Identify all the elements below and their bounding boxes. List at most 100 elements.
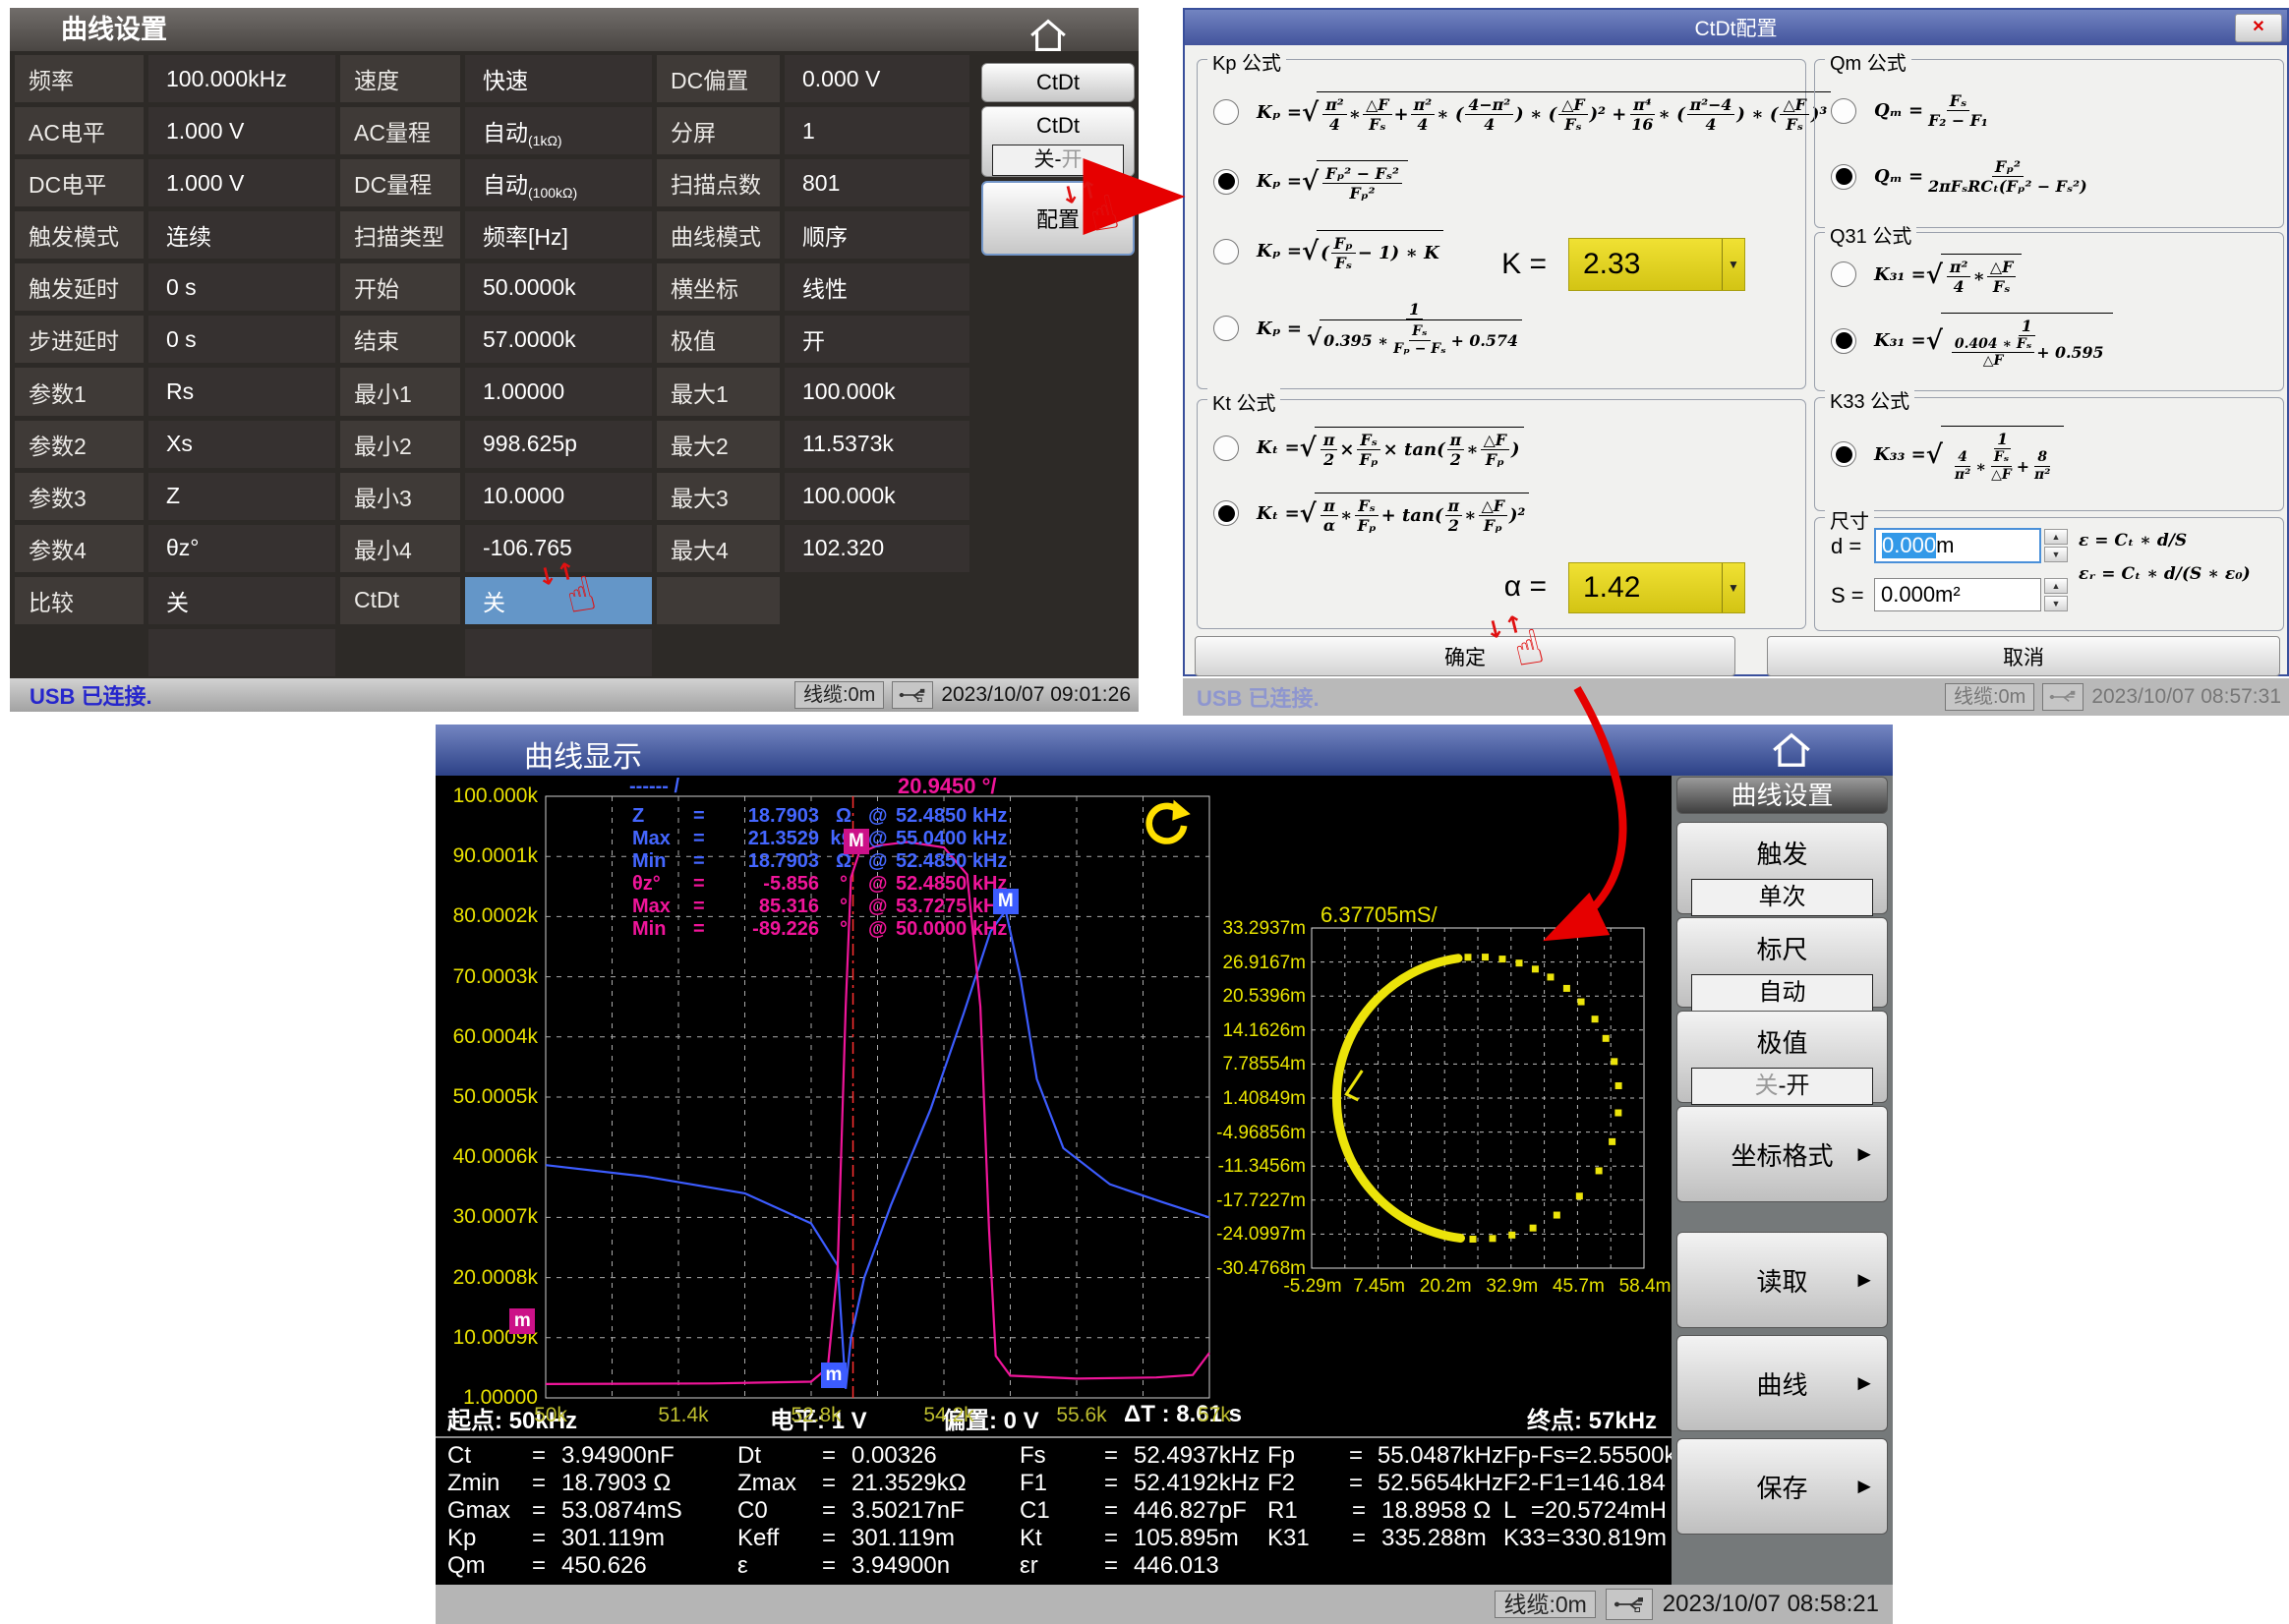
settings-value-cell[interactable]: 线性 — [785, 263, 969, 311]
y-tick-label: 80.0002k — [453, 904, 538, 928]
settings-value-cell[interactable]: 0 s — [148, 263, 335, 311]
d-spinner[interactable]: ▲▼ — [2044, 529, 2068, 562]
mini-y-tick-label: -11.3456m — [1218, 1156, 1306, 1178]
kt-option[interactable]: Kₜ = √π2 × FₛFₚ × tan(π2 ∗ △FFₚ) — [1198, 427, 1805, 469]
kt-option[interactable]: Kₜ = √πα ∗ FₛFₚ + tan(π2 ∗ △FFₚ)² — [1198, 493, 1805, 535]
sidebar-button-触发[interactable]: 触发单次 — [1676, 822, 1888, 914]
y-tick-label: 60.0004k — [453, 1025, 538, 1049]
settings-value-cell[interactable] — [148, 629, 335, 676]
alpha-constant-combo[interactable]: 1.42 ▼ — [1568, 562, 1745, 613]
radio-checked-icon[interactable] — [1831, 441, 1856, 467]
settings-value-cell[interactable]: 57.0000k — [465, 316, 652, 363]
radio-checked-icon[interactable] — [1831, 328, 1856, 354]
sidebar-button-坐标格式[interactable]: 坐标格式► — [1676, 1106, 1888, 1202]
sidebar-button-曲线[interactable]: 曲线► — [1676, 1335, 1888, 1431]
settings-value-cell[interactable]: Z — [148, 473, 335, 520]
sidebar-button-读取[interactable]: 读取► — [1676, 1232, 1888, 1328]
kp-option[interactable]: Kₚ = √π²4 ∗ △FFₛ + π²4 ∗ (4−π²4) ∗ (△FFₛ… — [1198, 91, 1805, 134]
settings-label-cell: 参数4 — [15, 525, 144, 572]
q31-option[interactable]: K₃₁ = √π²4 ∗ △FFₛ — [1815, 254, 2283, 296]
settings-value-cell[interactable]: 关 — [148, 577, 335, 624]
trace-marker-m[interactable]: m — [821, 1363, 847, 1388]
radio-checked-icon[interactable] — [1213, 500, 1239, 526]
radio-checked-icon[interactable] — [1831, 164, 1856, 190]
ctdt-toggle-button[interactable]: CtDt 关-开 — [981, 106, 1135, 177]
radio-unchecked-icon[interactable] — [1831, 98, 1856, 124]
home-icon[interactable] — [1768, 731, 1815, 769]
settings-label-cell: DC电平 — [15, 159, 144, 206]
radio-unchecked-icon[interactable] — [1213, 435, 1239, 461]
settings-value-cell[interactable]: 100.000kHz — [148, 55, 335, 102]
s-spinner[interactable]: ▲▼ — [2044, 578, 2068, 611]
readout-line: Max=21.3529kΩ@55.0400 kHz — [632, 828, 1043, 850]
qm-option[interactable]: Qₘ = FₛF₂ − F₁ — [1815, 91, 2283, 130]
kp-option[interactable]: Kₚ = 1√0.395 ∗ FₛFₚ − Fₛ + 0.574 — [1198, 300, 1805, 357]
settings-label-cell: 最大4 — [657, 525, 780, 572]
kp-option[interactable]: Kₚ = √Fₚ² − Fₛ²Fₚ² — [1198, 160, 1805, 203]
settings-value-cell[interactable]: 100.000k — [785, 368, 969, 415]
mini-x-tick-label: -5.29m — [1282, 1276, 1343, 1298]
d-input[interactable]: 0.000m — [1874, 528, 2041, 563]
settings-value-cell[interactable]: 1 — [785, 107, 969, 154]
chevron-down-icon[interactable]: ▼ — [1722, 239, 1744, 290]
chart-area: ------ / 20.9450 °/ Z=18.7903Ω@52.4850 k… — [436, 776, 1672, 1585]
radio-unchecked-icon[interactable] — [1213, 99, 1239, 125]
settings-label-cell: 频率 — [15, 55, 144, 102]
settings-value-cell[interactable]: 自动(100kΩ) — [465, 159, 652, 206]
settings-value-cell[interactable]: Xs — [148, 421, 335, 468]
settings-label-cell: 最大2 — [657, 421, 780, 468]
home-icon[interactable] — [1025, 18, 1072, 53]
settings-label-cell: DC偏置 — [657, 55, 780, 102]
settings-value-cell[interactable]: 1.00000 — [465, 368, 652, 415]
mini-chart-title: 6.37705mS/ — [1321, 902, 1438, 928]
s-input[interactable]: 0.000m² — [1874, 578, 2041, 611]
q31-option[interactable]: K₃₁ = √10.404 ∗ Fₛ△F + 0.595 — [1815, 313, 2283, 370]
settings-value-cell[interactable]: 频率[Hz] — [465, 211, 652, 259]
settings-value-cell[interactable]: 快速 — [465, 55, 652, 102]
settings-value-cell[interactable] — [785, 629, 969, 676]
settings-sidebar: CtDt CtDt 关-开 配置 ► — [979, 55, 1137, 676]
settings-value-cell[interactable]: 连续 — [148, 211, 335, 259]
settings-value-cell[interactable]: 1.000 V — [148, 159, 335, 206]
settings-value-cell[interactable]: 开 — [785, 316, 969, 363]
sidebar-button-标尺[interactable]: 标尺自动 — [1676, 917, 1888, 1008]
settings-value-cell[interactable] — [465, 629, 652, 676]
submenu-arrow-icon: ► — [1853, 1370, 1875, 1396]
settings-value-cell[interactable]: 0 s — [148, 316, 335, 363]
settings-value-cell[interactable]: 1.000 V — [148, 107, 335, 154]
trace-marker-M[interactable]: M — [993, 889, 1019, 914]
sidebar-button-保存[interactable]: 保存► — [1676, 1438, 1888, 1535]
settings-value-cell[interactable]: 10.0000 — [465, 473, 652, 520]
cancel-button[interactable]: 取消 — [1767, 636, 2280, 676]
trace-marker-m[interactable]: m — [509, 1308, 535, 1334]
k33-formula-group: K33 公式 K₃₃ = √14π² ∗ Fₛ△F + 8π² — [1814, 397, 2284, 511]
sidebar-button-极值[interactable]: 极值关-开 — [1676, 1011, 1888, 1103]
ok-button[interactable]: 确定 — [1195, 636, 1735, 676]
settings-label-cell: AC电平 — [15, 107, 144, 154]
radio-unchecked-icon[interactable] — [1213, 239, 1239, 264]
settings-value-cell[interactable] — [785, 577, 969, 624]
trace-marker-M[interactable]: M — [844, 829, 869, 854]
settings-value-cell[interactable]: 0.000 V — [785, 55, 969, 102]
settings-value-cell[interactable]: 998.625p — [465, 421, 652, 468]
ctdt-config-dialog: CtDt配置 ✕ Kp 公式 Kₚ = √π²4 ∗ △FFₛ + π²4 ∗ … — [1183, 8, 2289, 676]
settings-value-cell[interactable]: 801 — [785, 159, 969, 206]
radio-unchecked-icon[interactable] — [1831, 261, 1856, 287]
rotate-icon[interactable] — [1138, 797, 1197, 854]
settings-value-cell[interactable]: 102.320 — [785, 525, 969, 572]
close-icon[interactable]: ✕ — [2235, 14, 2282, 42]
sidebar-button-曲线设置: 曲线设置 — [1676, 777, 1888, 814]
qm-option[interactable]: Qₘ = Fₚ²2πFₛRCₜ(Fₚ² − Fₛ²) — [1815, 157, 2283, 196]
settings-value-cell[interactable]: 50.0000k — [465, 263, 652, 311]
settings-value-cell[interactable]: 自动(1kΩ) — [465, 107, 652, 154]
k-constant-combo[interactable]: 2.33 ▼ — [1568, 238, 1745, 291]
radio-unchecked-icon[interactable] — [1213, 316, 1239, 341]
k33-option[interactable]: K₃₃ = √14π² ∗ Fₛ△F + 8π² — [1815, 426, 2283, 483]
settings-value-cell[interactable]: Rs — [148, 368, 335, 415]
chevron-down-icon[interactable]: ▼ — [1722, 563, 1744, 612]
settings-value-cell[interactable]: 顺序 — [785, 211, 969, 259]
settings-value-cell[interactable]: 100.000k — [785, 473, 969, 520]
settings-value-cell[interactable]: 11.5373k — [785, 421, 969, 468]
radio-checked-icon[interactable] — [1213, 169, 1239, 195]
settings-value-cell[interactable]: θz° — [148, 525, 335, 572]
